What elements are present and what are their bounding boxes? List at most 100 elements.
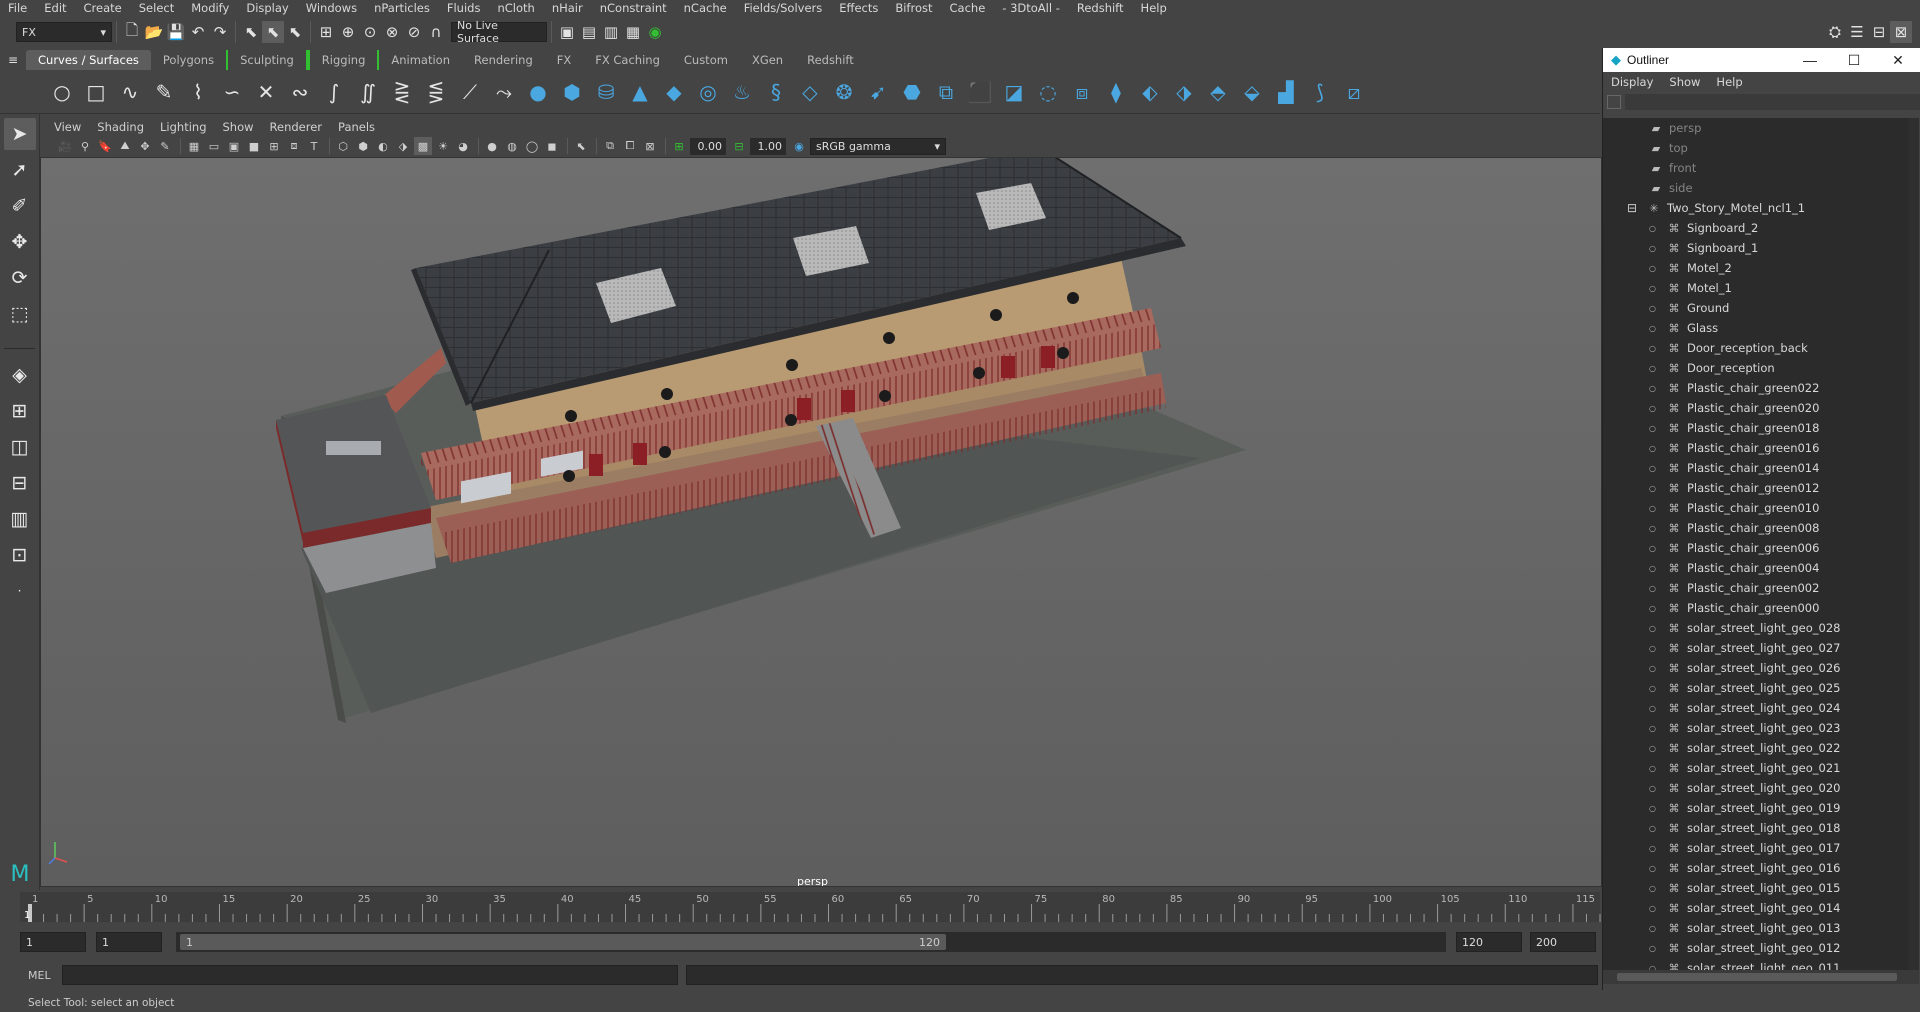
- bookmark-icon[interactable]: 🔖: [96, 137, 114, 155]
- outliner-camera-side[interactable]: ▰ side: [1603, 178, 1919, 198]
- shelf-tab-animation[interactable]: Animation: [379, 50, 462, 70]
- modeling-toolkit-icon[interactable]: ⛭: [1824, 21, 1846, 43]
- outliner-group[interactable]: ⊟ ✳ Two_Story_Motel_ncl1_1: [1603, 198, 1919, 218]
- nurbs-cube-icon[interactable]: ⬢: [558, 78, 586, 106]
- shelf-tab-rigging[interactable]: Rigging: [307, 50, 380, 70]
- shelf-tab-fx[interactable]: FX: [545, 50, 584, 70]
- boundary-icon[interactable]: ⧉: [932, 78, 960, 106]
- outliner-item[interactable]: ○ ⌘ Plastic_chair_green004: [1603, 558, 1919, 578]
- wireframe-icon[interactable]: ⬡: [334, 137, 352, 155]
- menu-nhair[interactable]: nHair: [544, 1, 592, 15]
- move-tool-icon[interactable]: ✥: [4, 226, 36, 258]
- outliner-item[interactable]: ○ ⌘ solar_street_light_geo_027: [1603, 638, 1919, 658]
- resolution-gate-icon[interactable]: ▣: [225, 137, 243, 155]
- xray-icon[interactable]: ⬗: [394, 137, 412, 155]
- shelf-tab-curves-surfaces[interactable]: Curves / Surfaces: [26, 50, 151, 70]
- outliner-item[interactable]: ○ ⌘ Plastic_chair_green018: [1603, 418, 1919, 438]
- select-tool-icon[interactable]: ➤: [3, 118, 36, 150]
- camera-icon[interactable]: 🎥: [56, 137, 74, 155]
- outliner-item[interactable]: ○ ⌘ solar_street_light_geo_018: [1603, 818, 1919, 838]
- snap-point-icon[interactable]: ⊙: [359, 21, 381, 43]
- expand-icon[interactable]: ○: [1649, 344, 1661, 353]
- rotate-tool-icon[interactable]: ⟳: [4, 262, 36, 294]
- range-handle[interactable]: 1 120: [180, 934, 946, 950]
- outliner-item[interactable]: ○ ⌘ Plastic_chair_green016: [1603, 438, 1919, 458]
- layout-graph-icon[interactable]: ▥: [4, 503, 36, 535]
- outliner-item[interactable]: ○ ⌘ solar_street_light_geo_011: [1603, 958, 1919, 970]
- select-hierarchy-icon[interactable]: ⬉: [240, 21, 262, 43]
- expand-icon[interactable]: ○: [1649, 364, 1661, 373]
- extend-curve-icon[interactable]: ∬: [354, 78, 382, 106]
- safe-action-icon[interactable]: ⧈: [285, 137, 303, 155]
- expand-icon[interactable]: ○: [1649, 884, 1661, 893]
- expand-icon[interactable]: ○: [1649, 804, 1661, 813]
- outliner-item[interactable]: ○ ⌘ solar_street_light_geo_028: [1603, 618, 1919, 638]
- viewport-menu-lighting[interactable]: Lighting: [160, 120, 206, 134]
- outliner-item[interactable]: ○ ⌘ Plastic_chair_green006: [1603, 538, 1919, 558]
- outliner-item[interactable]: ○ ⌘ Motel_1: [1603, 278, 1919, 298]
- outliner-item[interactable]: ○ ⌘ solar_street_light_geo_013: [1603, 918, 1919, 938]
- menu-fluids[interactable]: Fluids: [439, 1, 490, 15]
- collapse-icon[interactable]: ⊟: [1627, 201, 1641, 215]
- image-plane-icon[interactable]: ⛰: [116, 137, 134, 155]
- sculpt-geometry-icon[interactable]: ⧄: [1340, 78, 1368, 106]
- expand-icon[interactable]: ○: [1649, 404, 1661, 413]
- isolate-select-icon[interactable]: ⬉: [572, 137, 590, 155]
- untrim-icon[interactable]: ⧫: [1102, 78, 1130, 106]
- insert-knot-icon[interactable]: ∫: [320, 78, 348, 106]
- expand-icon[interactable]: ○: [1649, 544, 1661, 553]
- expand-icon[interactable]: ○: [1649, 604, 1661, 613]
- start-frame-field[interactable]: 1: [20, 932, 86, 952]
- snap-view-plane-icon[interactable]: ⊗: [381, 21, 403, 43]
- square-surface-icon[interactable]: ⬛: [966, 78, 994, 106]
- gate-mask-icon[interactable]: ■: [245, 137, 263, 155]
- outliner-camera-top[interactable]: ▰ top: [1603, 138, 1919, 158]
- outliner-menu-help[interactable]: Help: [1716, 75, 1742, 89]
- outliner-item[interactable]: ○ ⌘ Plastic_chair_green012: [1603, 478, 1919, 498]
- snap-curve-icon[interactable]: ⊕: [337, 21, 359, 43]
- close-icon[interactable]: ✕: [1876, 52, 1920, 69]
- expand-icon[interactable]: ○: [1649, 444, 1661, 453]
- attach-curves-icon[interactable]: ✕: [252, 78, 280, 106]
- outliner-item[interactable]: ○ ⌘ solar_street_light_geo_012: [1603, 938, 1919, 958]
- expand-icon[interactable]: ○: [1649, 924, 1661, 933]
- outliner-item[interactable]: ○ ⌘ solar_street_light_geo_017: [1603, 838, 1919, 858]
- field-chart-icon[interactable]: ⊞: [265, 137, 283, 155]
- new-scene-icon[interactable]: 🗋: [121, 21, 143, 43]
- attach-surfaces-icon[interactable]: ⬖: [1136, 78, 1164, 106]
- menu-fields-solvers[interactable]: Fields/Solvers: [736, 1, 832, 15]
- outliner-item[interactable]: ○ ⌘ solar_street_light_geo_020: [1603, 778, 1919, 798]
- expand-icon[interactable]: ○: [1649, 724, 1661, 733]
- select-object-icon[interactable]: ⬉: [262, 21, 284, 43]
- gamma-icon[interactable]: ⊟: [730, 137, 748, 155]
- outliner-camera-persp[interactable]: ▰ persp: [1603, 118, 1919, 138]
- curve-editing-icon[interactable]: ⤳: [490, 78, 518, 106]
- menuset-dropdown[interactable]: FX ▾: [16, 22, 112, 42]
- shelf-tab-polygons[interactable]: Polygons: [151, 50, 226, 70]
- menu-ncloth[interactable]: nCloth: [489, 1, 543, 15]
- intersect-icon[interactable]: ◌: [1034, 78, 1062, 106]
- open-close-surface-icon[interactable]: ⬘: [1204, 78, 1232, 106]
- ipr-render-icon[interactable]: ▤: [578, 21, 600, 43]
- scroll-thumb[interactable]: [1617, 973, 1897, 981]
- expand-icon[interactable]: ○: [1649, 824, 1661, 833]
- two-d-pan-icon[interactable]: ✥: [136, 137, 154, 155]
- outliner-item[interactable]: ○ ⌘ solar_street_light_geo_025: [1603, 678, 1919, 698]
- menu-ncache[interactable]: nCache: [676, 1, 736, 15]
- menu-bifrost[interactable]: Bifrost: [887, 1, 941, 15]
- nurbs-torus-icon[interactable]: ◎: [694, 78, 722, 106]
- outliner-item[interactable]: ○ ⌘ Plastic_chair_green002: [1603, 578, 1919, 598]
- layout-hypershade-icon[interactable]: ⊡: [4, 539, 36, 571]
- viewport-menu-panels[interactable]: Panels: [338, 120, 375, 134]
- expand-icon[interactable]: ○: [1649, 464, 1661, 473]
- select-component-icon[interactable]: ⬉: [284, 21, 306, 43]
- redo-icon[interactable]: ↷: [209, 21, 231, 43]
- expand-icon[interactable]: ○: [1649, 684, 1661, 693]
- expand-icon[interactable]: ○: [1649, 784, 1661, 793]
- menu-nconstraint[interactable]: nConstraint: [592, 1, 676, 15]
- motion-blur-icon[interactable]: ◍: [503, 137, 521, 155]
- loft-icon[interactable]: §: [762, 78, 790, 106]
- viewport-menu-view[interactable]: View: [54, 120, 81, 134]
- render-frame-icon[interactable]: ▣: [556, 21, 578, 43]
- offset-curve-icon[interactable]: ⋛: [388, 78, 416, 106]
